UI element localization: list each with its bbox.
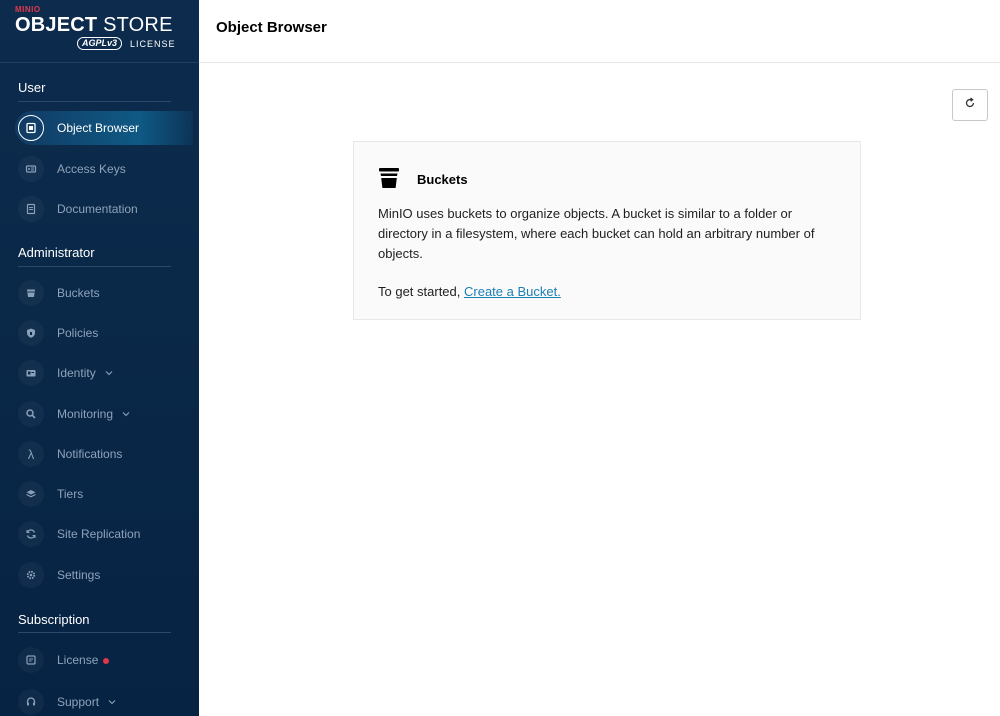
sidebar-item-label: Tiers — [57, 487, 84, 501]
brand-product-bold: OBJECT — [15, 14, 98, 36]
sidebar-item-label: Documentation — [57, 202, 138, 216]
brand-maker: MINIO — [15, 5, 41, 14]
license-icon — [18, 647, 44, 673]
id-card-icon — [18, 360, 44, 386]
sidebar-item-tiers[interactable]: Tiers — [15, 477, 193, 511]
document-icon — [18, 196, 44, 222]
sidebar-item-notifications[interactable]: λ Notifications — [15, 437, 193, 471]
empty-state-cta: To get started, Create a Bucket. — [378, 284, 561, 299]
sidebar-item-buckets[interactable]: Buckets — [15, 276, 193, 310]
gear-icon — [18, 562, 44, 588]
sidebar-item-identity[interactable]: Identity — [15, 356, 193, 390]
section-title-subscription: Subscription — [18, 612, 90, 627]
refresh-icon — [963, 96, 977, 115]
section-divider — [18, 101, 171, 102]
create-bucket-link[interactable]: Create a Bucket. — [464, 284, 561, 299]
sidebar-item-label: Policies — [57, 326, 99, 340]
shield-icon — [18, 320, 44, 346]
sidebar-item-object-browser[interactable]: Object Browser — [15, 111, 193, 145]
refresh-button[interactable] — [952, 89, 988, 121]
layers-icon — [18, 481, 44, 507]
brand-license-label: LICENSE — [130, 38, 176, 49]
section-title-user: User — [18, 80, 46, 95]
sidebar-item-site-replication[interactable]: Site Replication — [15, 517, 193, 551]
sidebar-item-label: Notifications — [57, 447, 123, 461]
section-divider — [18, 266, 171, 267]
sidebar-item-access-keys[interactable]: Access Keys — [15, 152, 193, 186]
sidebar: MINIO OBJECT STORE AGPLv3 LICENSE User O… — [0, 0, 199, 716]
sidebar-item-license[interactable]: License — [15, 643, 193, 677]
sidebar-item-settings[interactable]: Settings — [15, 558, 193, 592]
object-browser-icon — [18, 115, 44, 141]
sidebar-item-monitoring[interactable]: Monitoring — [15, 397, 193, 431]
cta-prefix: To get started, — [378, 284, 464, 299]
sidebar-item-label: Object Browser — [57, 121, 140, 135]
brand-logo[interactable]: MINIO OBJECT STORE AGPLv3 LICENSE — [0, 0, 199, 63]
magnifier-icon — [18, 401, 44, 427]
sidebar-item-policies[interactable]: Policies — [15, 316, 193, 350]
sidebar-item-label: Access Keys — [57, 162, 126, 176]
page-title: Object Browser — [216, 19, 327, 36]
chevron-down-icon[interactable] — [122, 410, 130, 419]
alert-dot — [103, 657, 110, 664]
support-icon — [18, 689, 44, 715]
lambda-icon: λ — [18, 441, 44, 467]
brand-product: OBJECT STORE — [15, 14, 199, 36]
sync-icon — [18, 521, 44, 547]
sidebar-item-label: Support — [57, 695, 100, 709]
sidebar-item-support[interactable]: Support — [15, 685, 193, 716]
sidebar-item-label: Buckets — [57, 286, 100, 300]
chevron-down-icon[interactable] — [105, 369, 113, 378]
bucket-icon — [378, 167, 400, 194]
sidebar-item-documentation[interactable]: Documentation — [15, 192, 193, 226]
brand-license-row: AGPLv3 LICENSE — [77, 37, 199, 50]
sidebar-item-label: Monitoring — [57, 407, 114, 421]
brand-product-light: STORE — [97, 14, 173, 36]
key-card-icon — [18, 156, 44, 182]
section-title-administrator: Administrator — [18, 245, 95, 260]
empty-state-description: MinIO uses buckets to organize objects. … — [378, 206, 815, 261]
sidebar-item-label: Site Replication — [57, 527, 141, 541]
sidebar-item-label: Settings — [57, 568, 101, 582]
empty-state-card: Buckets MinIO uses buckets to organize o… — [353, 141, 861, 320]
sidebar-item-label: License — [57, 653, 99, 667]
empty-state-title: Buckets — [417, 172, 468, 187]
bucket-icon — [18, 280, 44, 306]
page-header: Object Browser — [199, 0, 1000, 63]
agpl-badge: AGPLv3 — [77, 37, 123, 50]
chevron-down-icon[interactable] — [108, 698, 116, 707]
section-divider — [18, 632, 171, 633]
sidebar-item-label: Identity — [57, 366, 96, 380]
